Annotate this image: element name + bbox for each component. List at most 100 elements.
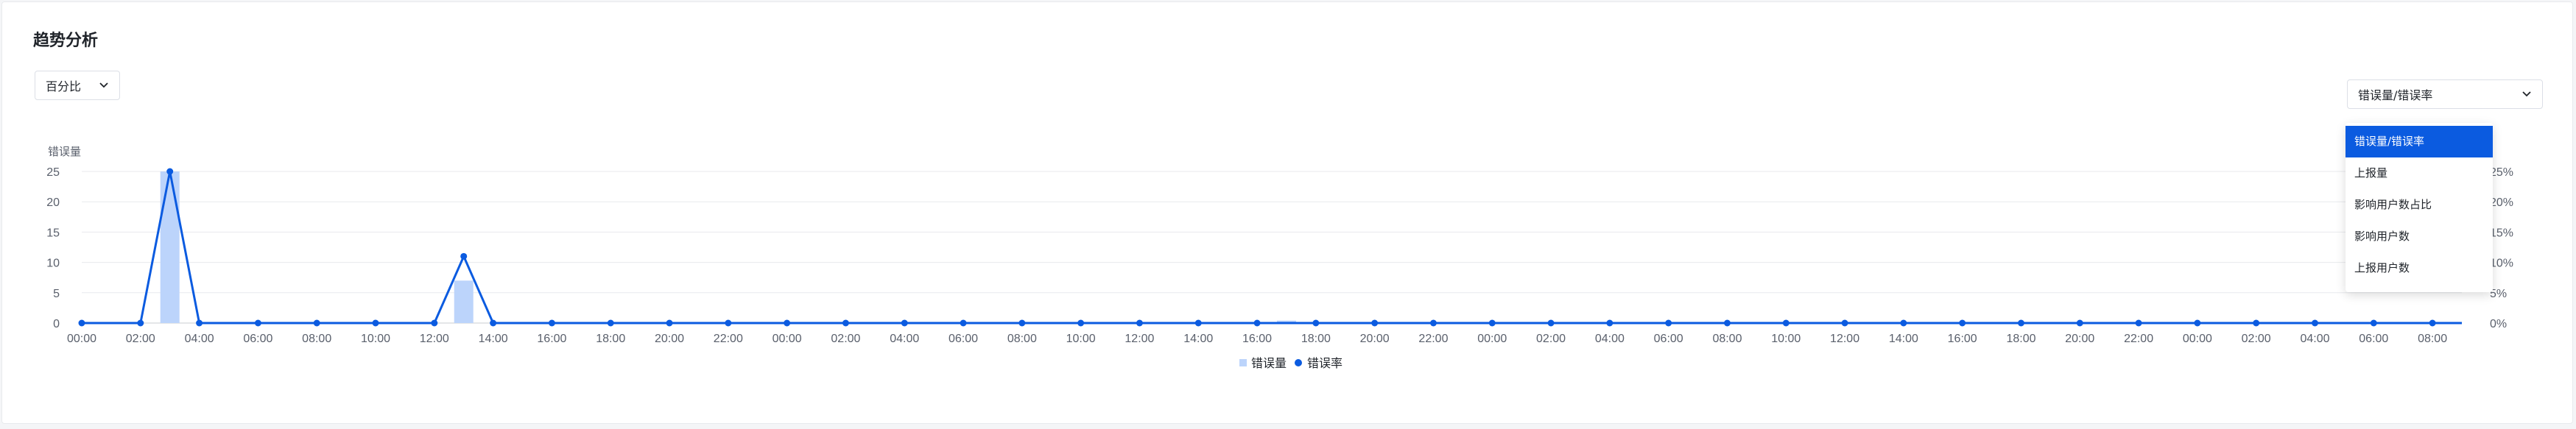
- y-tick-label-left: 5: [53, 288, 60, 300]
- x-tick-label: 06:00: [243, 333, 272, 345]
- x-tick-label: 20:00: [2065, 333, 2094, 345]
- x-tick-label: 14:00: [1889, 333, 1918, 345]
- line-point: [901, 319, 908, 327]
- line-point: [2370, 319, 2377, 327]
- line-point: [2017, 319, 2024, 327]
- line-point: [1841, 319, 1848, 327]
- trend-analysis-panel: 趋势分析 百分比 0 0% 5 5% 10 10% 15 15% 20 20% 25 25% 错误量 00…: [1, 1, 2573, 424]
- line-point: [607, 319, 614, 327]
- line-point: [313, 319, 320, 327]
- line-point: [1782, 319, 1790, 327]
- metric-option[interactable]: 上报用户数: [2346, 252, 2493, 284]
- line-point: [1900, 319, 1907, 327]
- x-tick-label: 20:00: [655, 333, 684, 345]
- y-tick-label-left: 15: [46, 227, 60, 239]
- metric-option[interactable]: 影响用户数: [2346, 221, 2493, 252]
- y-tick-label-right: 15%: [2490, 227, 2513, 239]
- line-point: [1018, 319, 1026, 327]
- metric-option[interactable]: 影响用户数占比: [2346, 189, 2493, 221]
- x-tick-label: 16:00: [1948, 333, 1977, 345]
- legend-label: 错误量: [1251, 356, 1287, 370]
- x-tick-label: 10:00: [1066, 333, 1096, 345]
- x-tick-label: 22:00: [714, 333, 743, 345]
- metric-select-value: 错误量/错误率: [2358, 88, 2433, 102]
- line-point: [372, 319, 379, 327]
- x-tick-label: 06:00: [949, 333, 978, 345]
- line-point: [1194, 319, 1202, 327]
- y-tick-label-right: 0%: [2490, 318, 2507, 330]
- x-tick-label: 18:00: [1301, 333, 1331, 345]
- line-point: [1959, 319, 1966, 327]
- x-tick-label: 18:00: [596, 333, 625, 345]
- y-tick-label-left: 10: [46, 258, 60, 270]
- bar: [454, 280, 474, 323]
- line-point: [166, 168, 174, 175]
- x-tick-label: 12:00: [420, 333, 449, 345]
- x-tick-label: 12:00: [1830, 333, 1859, 345]
- line-point: [1665, 319, 1672, 327]
- line-point: [1312, 319, 1320, 327]
- line-point: [1253, 319, 1261, 327]
- line-point: [1723, 319, 1731, 327]
- metric-option[interactable]: 上报量: [2346, 157, 2493, 189]
- line-point: [490, 319, 497, 327]
- line-point: [960, 319, 967, 327]
- line-point: [1606, 319, 1613, 327]
- line-point: [2311, 319, 2318, 327]
- x-tick-label: 12:00: [1125, 333, 1154, 345]
- x-tick-label: 04:00: [1595, 333, 1625, 345]
- line-point: [2253, 319, 2260, 327]
- trend-chart: 0 0%5 5%10 10%15 15%20 20%25 25%错误量00:00 02:00 0…: [46, 145, 2513, 370]
- line-point: [842, 319, 849, 327]
- legend-label: 错误率: [1307, 356, 1342, 370]
- x-tick-label: 10:00: [361, 333, 390, 345]
- y-tick-label-left: 0: [53, 318, 60, 330]
- x-tick-label: 00:00: [1477, 333, 1507, 345]
- line-point: [725, 319, 732, 327]
- line-point: [78, 319, 85, 327]
- line-point: [548, 319, 555, 327]
- x-tick-label: 02:00: [1536, 333, 1566, 345]
- line-point: [137, 319, 144, 327]
- x-tick-label: 02:00: [2242, 333, 2271, 345]
- line-point: [431, 319, 438, 327]
- x-tick-label: 06:00: [2359, 333, 2388, 345]
- x-tick-label: 02:00: [831, 333, 860, 345]
- line-point: [1429, 319, 1437, 327]
- x-tick-label: 20:00: [1360, 333, 1390, 345]
- y-axis-name-left: 错误量: [48, 145, 81, 158]
- x-tick-label: 08:00: [302, 333, 331, 345]
- x-tick-label: 04:00: [890, 333, 919, 345]
- y-tick-label-right: 20%: [2490, 196, 2513, 209]
- x-tick-label: 08:00: [2418, 333, 2447, 345]
- x-tick-label: 06:00: [1654, 333, 1683, 345]
- line-point: [1077, 319, 1085, 327]
- x-tick-label: 14:00: [479, 333, 508, 345]
- y-tick-label-right: 10%: [2490, 258, 2513, 270]
- x-tick-label: 10:00: [1771, 333, 1801, 345]
- line-point: [1547, 319, 1555, 327]
- y-tick-label-left: 20: [46, 196, 60, 209]
- y-tick-label-left: 25: [46, 166, 60, 179]
- line-series: [82, 171, 2462, 325]
- line-point: [784, 319, 791, 327]
- metric-dropdown-menu: 错误量/错误率 上报量 影响用户数占比 影响用户数 上报用户数: [2346, 123, 2493, 292]
- x-tick-label: 04:00: [185, 333, 214, 345]
- line-point: [196, 319, 203, 327]
- x-tick-label: 18:00: [2006, 333, 2035, 345]
- line-point: [1371, 319, 1379, 327]
- metric-option[interactable]: 错误量/错误率: [2346, 126, 2493, 157]
- bar: [160, 171, 180, 323]
- x-tick-label: 08:00: [1007, 333, 1037, 345]
- legend-swatch-bar: [1239, 359, 1247, 366]
- line-point: [254, 319, 261, 327]
- x-tick-label: 14:00: [1183, 333, 1213, 345]
- line-point: [2076, 319, 2083, 327]
- legend-swatch-line: [1295, 359, 1302, 366]
- metric-select[interactable]: 错误量/错误率: [2347, 79, 2543, 109]
- line-point: [2194, 319, 2201, 327]
- x-tick-label: 02:00: [126, 333, 155, 345]
- x-tick-label: 00:00: [773, 333, 802, 345]
- x-tick-label: 16:00: [1242, 333, 1272, 345]
- x-tick-label: 16:00: [537, 333, 566, 345]
